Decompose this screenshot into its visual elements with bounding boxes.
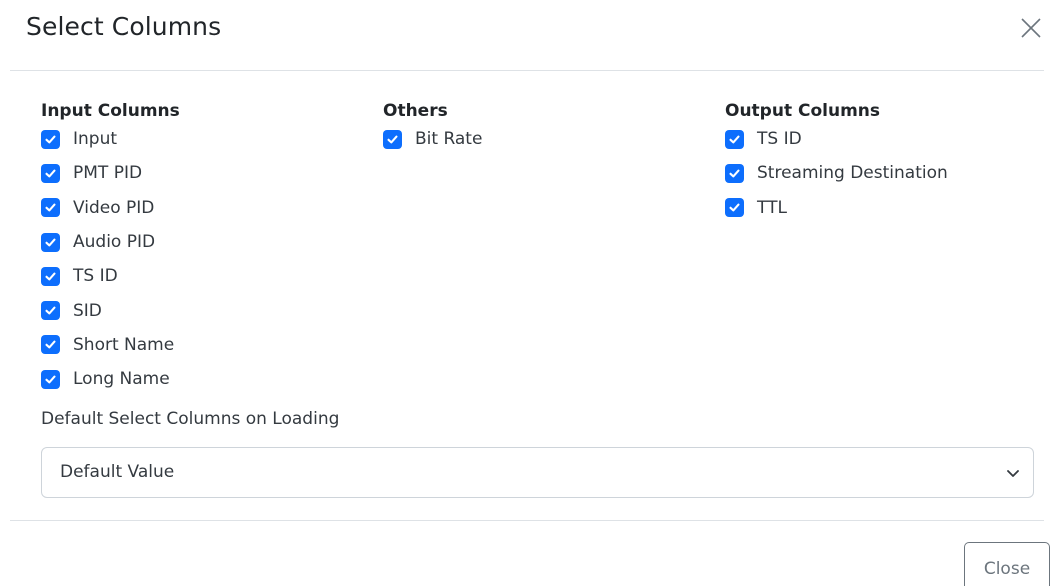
output-column-checkbox-row[interactable]: TTL: [725, 191, 948, 225]
checkbox-checked-icon[interactable]: [725, 129, 744, 149]
others-group: Others Bit Rate: [383, 99, 482, 156]
input-column-checkbox-row[interactable]: Input: [41, 122, 180, 156]
input-column-checkbox-label: Input: [73, 129, 118, 150]
checkbox-checked-icon[interactable]: [41, 198, 60, 218]
input-column-checkbox-row[interactable]: SID: [41, 293, 180, 327]
checkbox-checked-icon[interactable]: [41, 369, 60, 389]
dialog-header: Select Columns: [10, 0, 1044, 71]
input-column-checkbox-label: Long Name: [73, 369, 170, 390]
input-column-checkbox-label: SID: [73, 300, 102, 321]
output-column-checkbox-row[interactable]: Streaming Destination: [725, 156, 948, 190]
input-column-checkbox-label: TS ID: [73, 266, 118, 287]
checkbox-checked-icon[interactable]: [725, 198, 744, 218]
output-column-checkbox-label: Streaming Destination: [757, 163, 948, 184]
output-columns-heading: Output Columns: [725, 101, 881, 121]
input-column-checkbox-row[interactable]: Short Name: [41, 328, 180, 362]
dialog-title: Select Columns: [26, 12, 222, 41]
close-icon[interactable]: [1017, 14, 1045, 42]
chevron-down-icon: [1005, 465, 1021, 485]
input-column-checkbox-row[interactable]: Long Name: [41, 362, 180, 396]
input-columns-heading: Input Columns: [41, 101, 180, 121]
output-column-checkbox-label: TS ID: [757, 129, 802, 150]
checkbox-checked-icon[interactable]: [725, 163, 744, 183]
footer-divider: [10, 520, 1044, 521]
others-heading: Others: [383, 101, 448, 121]
others-checkbox-row[interactable]: Bit Rate: [383, 122, 482, 156]
input-column-checkbox-label: Video PID: [73, 197, 155, 218]
output-columns-group: Output Columns TS ID Streaming Destinatio…: [725, 99, 948, 225]
input-column-checkbox-row[interactable]: Audio PID: [41, 225, 180, 259]
default-select-label: Default Select Columns on Loading: [41, 409, 340, 429]
input-column-checkbox-label: PMT PID: [73, 163, 143, 184]
checkbox-checked-icon[interactable]: [41, 266, 60, 286]
output-columns-list: TS ID Streaming Destination TTL: [725, 122, 948, 225]
input-columns-group: Input Columns Input PMT PID Video PID Audio…: [41, 99, 180, 396]
checkbox-checked-icon[interactable]: [41, 129, 60, 149]
checkbox-checked-icon[interactable]: [41, 335, 60, 355]
input-column-checkbox-label: Audio PID: [73, 232, 156, 253]
checkbox-checked-icon[interactable]: [41, 163, 60, 183]
select-columns-dialog: Select Columns Input Columns Input PMT PI…: [0, 0, 1054, 586]
checkbox-checked-icon[interactable]: [383, 129, 402, 149]
checkbox-checked-icon[interactable]: [41, 232, 60, 252]
input-column-checkbox-row[interactable]: Video PID: [41, 191, 180, 225]
output-column-checkbox-row[interactable]: TS ID: [725, 122, 948, 156]
input-columns-list: Input PMT PID Video PID Audio PID TS ID SID Sh…: [41, 122, 180, 396]
others-checkbox-label: Bit Rate: [415, 129, 483, 150]
close-button[interactable]: Close: [964, 542, 1050, 586]
others-list: Bit Rate: [383, 122, 482, 156]
output-column-checkbox-label: TTL: [757, 197, 787, 218]
input-column-checkbox-label: Short Name: [73, 334, 175, 355]
input-column-checkbox-row[interactable]: TS ID: [41, 259, 180, 293]
checkbox-checked-icon[interactable]: [41, 301, 60, 321]
default-columns-select[interactable]: Default Value: [41, 447, 1034, 498]
input-column-checkbox-row[interactable]: PMT PID: [41, 156, 180, 190]
select-value: Default Value: [60, 462, 175, 482]
